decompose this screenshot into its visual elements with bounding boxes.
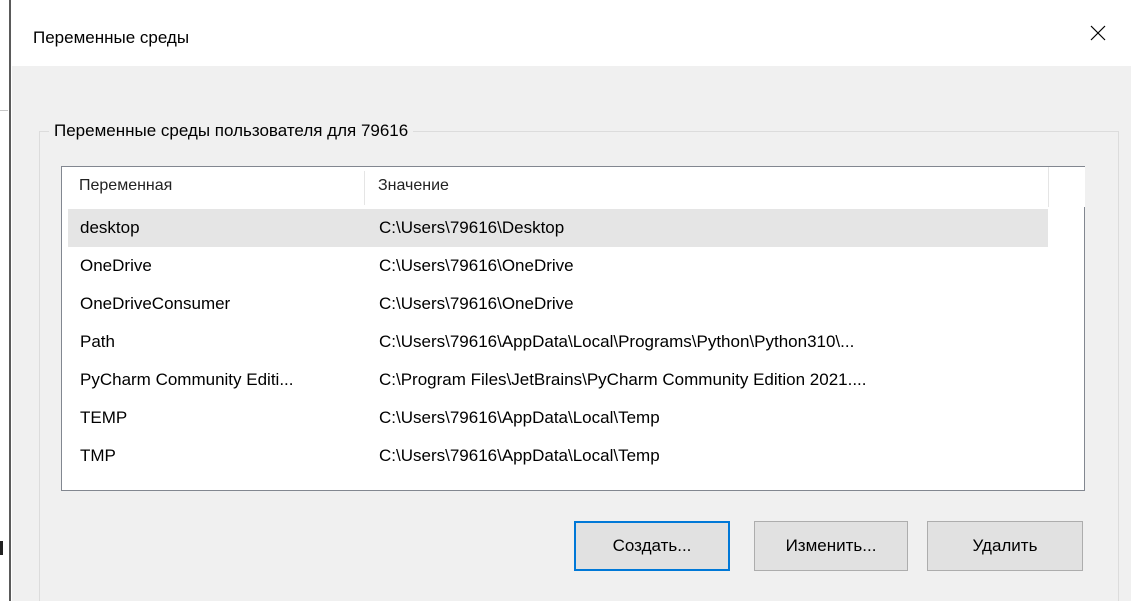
environment-variables-screen: Переменные среды Переменные среды пользо… [0,0,1131,601]
table-row[interactable]: OneDrive C:\Users\79616\OneDrive [68,247,1048,285]
variable-name-cell: Path [80,332,115,351]
window-title: Переменные среды [33,28,190,47]
column-separator[interactable] [364,171,365,205]
table-row[interactable]: OneDriveConsumer C:\Users\79616\OneDrive [68,285,1048,323]
background-window-fragment [0,110,8,125]
variable-value-cell: C:\Users\79616\AppData\Local\Temp [379,408,660,427]
create-button[interactable]: Создать... [574,521,730,571]
background-window-border [9,0,11,601]
edit-button[interactable]: Изменить... [754,521,908,571]
table-row[interactable]: Path C:\Users\79616\AppData\Local\Program… [68,323,1048,361]
environment-variables-dialog: Переменные среды Переменные среды пользо… [12,0,1131,601]
delete-button[interactable]: Удалить [927,521,1083,571]
list-rows: desktop C:\Users\79616\Desktop OneDrive C:\… [68,209,1048,475]
table-row[interactable]: PyCharm Community Editi... C:\Program Fil… [68,361,1048,399]
column-header-value[interactable]: Значение [378,177,449,195]
variable-value-cell: C:\Program Files\JetBrains\PyCharm Commu… [379,370,867,389]
table-row[interactable]: TEMP C:\Users\79616\AppData\Local\Temp [68,399,1048,437]
list-header-filler [1048,167,1085,207]
variable-value-cell: C:\Users\79616\OneDrive [379,256,574,275]
list-header: Переменная Значение [62,167,1048,207]
user-variables-group-label: Переменные среды пользователя для 79616 [49,121,414,141]
variable-name-cell: desktop [80,218,140,237]
user-variables-list[interactable]: Переменная Значение desktop C:\Users\7961… [61,166,1085,491]
table-row[interactable]: desktop C:\Users\79616\Desktop [68,209,1048,247]
variable-name-cell: PyCharm Community Editi... [80,370,294,389]
close-button[interactable] [1065,0,1131,66]
variable-name-cell: TMP [80,446,116,465]
column-header-variable[interactable]: Переменная [79,177,172,195]
variable-value-cell: C:\Users\79616\Desktop [379,218,565,237]
variable-name-cell: OneDriveConsumer [80,294,231,313]
variable-name-cell: OneDrive [80,256,152,275]
background-window-fragment-bottom [0,541,3,555]
variable-value-cell: C:\Users\79616\OneDrive [379,294,574,313]
table-row[interactable]: TMP C:\Users\79616\AppData\Local\Temp [68,437,1048,475]
close-icon [1090,25,1106,41]
variable-name-cell: TEMP [80,408,128,427]
title-bar: Переменные среды [12,0,1131,66]
variable-value-cell: C:\Users\79616\AppData\Local\Temp [379,446,660,465]
variable-value-cell: C:\Users\79616\AppData\Local\Programs\Py… [379,332,855,351]
